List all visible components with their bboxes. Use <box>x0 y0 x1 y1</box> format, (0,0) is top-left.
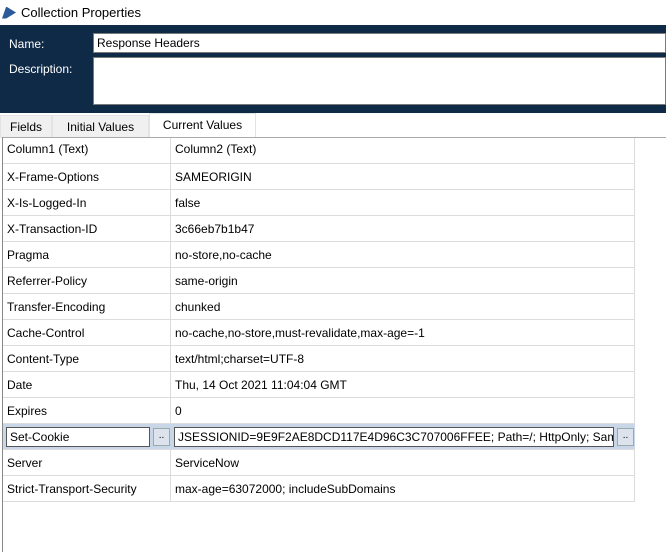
table-row[interactable]: Date Thu, 14 Oct 2021 11:04:04 GMT <box>3 372 635 398</box>
value-cell[interactable]: SAMEORIGIN <box>171 164 635 190</box>
column1-header[interactable]: Column1 (Text) <box>3 138 171 164</box>
description-label: Description: <box>9 62 73 76</box>
value-ellipsis-button[interactable]: .. <box>617 428 634 446</box>
column2-header[interactable]: Column2 (Text) <box>171 138 635 164</box>
table-row[interactable]: Set-Cookie.. JSESSIONID=9E9F2AE8DCD117E4D… <box>3 424 635 450</box>
table-row[interactable]: Strict-Transport-Security max-age=6307200… <box>3 476 635 502</box>
tab-initial-values[interactable]: Initial Values <box>52 115 149 138</box>
key-cell[interactable]: Strict-Transport-Security <box>3 476 171 502</box>
table-row[interactable]: Content-Type text/html;charset=UTF-8 <box>3 346 635 372</box>
key-cell[interactable]: Transfer-Encoding <box>3 294 171 320</box>
value-editor[interactable]: JSESSIONID=9E9F2AE8DCD117E4D96C3C707006F… <box>174 427 614 447</box>
key-cell[interactable]: Date <box>3 372 171 398</box>
table-row[interactable]: Server ServiceNow <box>3 450 635 476</box>
table-row[interactable]: X-Transaction-ID 3c66eb7b1b47 <box>3 216 635 242</box>
values-grid: Column1 (Text) Column2 (Text) X-Frame-Op… <box>2 137 666 552</box>
grid-header: Column1 (Text) Column2 (Text) <box>3 138 635 164</box>
description-input[interactable] <box>93 57 666 105</box>
app-icon <box>2 6 16 19</box>
value-cell[interactable]: no-store,no-cache <box>171 242 635 268</box>
properties-panel: Name: Response Headers Description: <box>0 25 666 113</box>
key-ellipsis-button[interactable]: .. <box>153 428 170 446</box>
table-row[interactable]: Pragma no-store,no-cache <box>3 242 635 268</box>
window-title: Collection Properties <box>21 5 141 20</box>
value-cell[interactable]: ServiceNow <box>171 450 635 476</box>
key-cell[interactable]: Referrer-Policy <box>3 268 171 294</box>
value-cell[interactable]: 0 <box>171 398 635 424</box>
key-cell[interactable]: Cache-Control <box>3 320 171 346</box>
key-cell[interactable]: Pragma <box>3 242 171 268</box>
key-editor[interactable]: Set-Cookie <box>6 427 150 447</box>
key-cell[interactable]: X-Transaction-ID <box>3 216 171 242</box>
value-cell[interactable]: text/html;charset=UTF-8 <box>171 346 635 372</box>
value-cell[interactable]: 3c66eb7b1b47 <box>171 216 635 242</box>
table-row[interactable]: X-Frame-Options SAMEORIGIN <box>3 164 635 190</box>
table-row[interactable]: Referrer-Policy same-origin <box>3 268 635 294</box>
value-cell[interactable]: chunked <box>171 294 635 320</box>
key-cell[interactable]: Content-Type <box>3 346 171 372</box>
key-cell[interactable]: Expires <box>3 398 171 424</box>
name-label: Name: <box>9 37 45 51</box>
tab-bar: Fields Initial Values Current Values <box>0 113 666 138</box>
value-cell[interactable]: false <box>171 190 635 216</box>
table-row[interactable]: Cache-Control no-cache,no-store,must-reva… <box>3 320 635 346</box>
value-cell[interactable]: Thu, 14 Oct 2021 11:04:04 GMT <box>171 372 635 398</box>
tab-current-values[interactable]: Current Values <box>149 113 256 138</box>
table-row[interactable]: Expires 0 <box>3 398 635 424</box>
key-cell[interactable]: Server <box>3 450 171 476</box>
key-cell[interactable]: X-Frame-Options <box>3 164 171 190</box>
value-cell[interactable]: no-cache,no-store,must-revalidate,max-ag… <box>171 320 635 346</box>
table-row[interactable]: Transfer-Encoding chunked <box>3 294 635 320</box>
title-bar: Collection Properties <box>0 0 666 25</box>
key-cell[interactable]: X-Is-Logged-In <box>3 190 171 216</box>
value-cell[interactable]: same-origin <box>171 268 635 294</box>
name-input[interactable]: Response Headers <box>93 33 666 53</box>
value-cell[interactable]: max-age=63072000; includeSubDomains <box>171 476 635 502</box>
tab-fields[interactable]: Fields <box>0 115 52 138</box>
table-row[interactable]: X-Is-Logged-In false <box>3 190 635 216</box>
